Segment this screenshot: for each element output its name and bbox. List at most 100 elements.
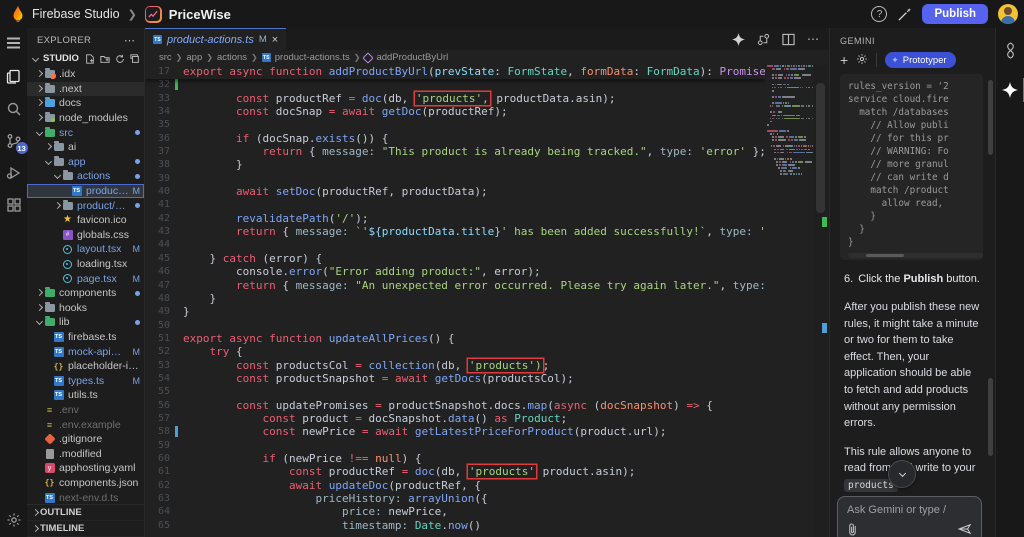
file-tree-item[interactable]: actions — [27, 169, 144, 184]
tab-close-icon[interactable]: × — [272, 34, 278, 46]
line-number: 40 — [145, 185, 183, 198]
studio-section-header[interactable]: STUDIO — [27, 51, 144, 67]
breadcrumb-item[interactable]: src — [159, 52, 172, 63]
gemini-paragraph: After you publish these new rules, it mi… — [830, 287, 995, 432]
ts-icon: TS — [53, 331, 64, 342]
refresh-icon[interactable] — [115, 54, 125, 64]
send-icon[interactable] — [958, 523, 972, 535]
line-number: 44 — [145, 238, 183, 251]
code-text: return { message: `'${productData.title}… — [183, 225, 765, 238]
timeline-section[interactable]: TIMELINE — [27, 521, 144, 537]
new-chat-icon[interactable]: + — [840, 54, 848, 66]
editor-scrollbar[interactable] — [813, 65, 829, 537]
code-line: 44 — [145, 238, 765, 251]
file-tree-item[interactable]: .gitignore — [27, 432, 144, 447]
file-tree-item[interactable]: TSmock-api…M — [27, 344, 144, 359]
file-tree-item[interactable]: loading.tsx — [27, 257, 144, 272]
file-tree-item[interactable]: TSutils.ts — [27, 388, 144, 403]
breadcrumb-item[interactable]: product-actions.ts — [275, 52, 350, 63]
file-tree-item[interactable]: {}placeholder-im… — [27, 359, 144, 374]
scroll-to-bottom-button[interactable] — [888, 460, 916, 488]
file-tree-item[interactable]: page.tsxM — [27, 271, 144, 286]
firebase-logo-icon — [10, 5, 26, 23]
file-tree-item[interactable]: .next — [27, 82, 144, 97]
code-text: revalidatePath('/'); — [183, 212, 368, 225]
gemini-settings-icon[interactable] — [856, 53, 868, 68]
tab-product-actions[interactable]: TS product-actions.ts M × — [145, 28, 286, 50]
file-tree-item[interactable]: TStypes.tsM — [27, 373, 144, 388]
gemini-spark-icon[interactable] — [732, 33, 745, 46]
breadcrumb-item[interactable]: addProductByUrl — [376, 52, 448, 63]
file-tree-item[interactable]: src — [27, 125, 144, 140]
prototyper-mode-button[interactable]: ✦ Prototyper — [885, 52, 955, 68]
file-tree-item[interactable]: app — [27, 155, 144, 170]
file-tree-item[interactable]: docs — [27, 96, 144, 111]
project-icon[interactable] — [145, 6, 162, 23]
firestore-rules-code-block[interactable]: rules_version = '2 service cloud.fire ma… — [840, 74, 983, 260]
breadcrumb[interactable]: src❯app❯actions❯TSproduct-actions.ts❯add… — [145, 50, 829, 65]
gear-file-icon: ≡ — [44, 419, 55, 430]
extensions-icon[interactable] — [5, 196, 23, 214]
file-tree-item[interactable]: {}components.json — [27, 476, 144, 491]
line-number: 37 — [145, 145, 183, 158]
diff-editor-icon[interactable] — [757, 33, 770, 46]
file-tree-item[interactable]: TSproduct…M — [27, 184, 144, 199]
file-tree-item[interactable]: components — [27, 286, 144, 301]
source-control-icon[interactable]: 13 — [5, 132, 23, 150]
publish-button[interactable]: Publish — [922, 4, 988, 24]
explorer-icon[interactable] — [5, 68, 23, 86]
magic-wand-icon[interactable] — [897, 7, 912, 22]
file-tree-item[interactable]: node_modules — [27, 111, 144, 126]
help-icon[interactable]: ? — [871, 6, 887, 22]
explorer-more-icon[interactable]: ⋯ — [124, 34, 136, 47]
code-line: 53 const productsCol = collection(db, 'p… — [145, 359, 765, 372]
breadcrumb-item[interactable]: actions — [217, 52, 247, 63]
user-avatar[interactable] — [998, 4, 1018, 24]
file-tree-item[interactable]: ≡.env — [27, 403, 144, 418]
file-name: firebase.ts — [68, 331, 116, 343]
code-block-hscrollbar[interactable] — [848, 253, 983, 258]
gemini-chat-input[interactable]: Ask Gemini or type / — [837, 496, 982, 537]
file-tree-item[interactable]: ai — [27, 140, 144, 155]
code-line: 60 if (newPrice !== null) { — [145, 452, 765, 465]
right-activity-strip — [995, 28, 1024, 537]
gemini-scrollbar-thumb[interactable] — [988, 80, 993, 155]
gemini-scrollbar-thumb-2[interactable] — [988, 378, 993, 456]
file-tree-item[interactable]: hooks — [27, 301, 144, 316]
collapse-all-icon[interactable] — [130, 54, 140, 64]
new-folder-icon[interactable] — [100, 54, 110, 64]
settings-gear-icon[interactable] — [5, 511, 23, 529]
file-tree-item[interactable]: layout.tsxM — [27, 242, 144, 257]
code-text: export async function updateAllPrices() … — [183, 332, 455, 345]
new-file-icon[interactable] — [85, 54, 95, 64]
line-number: 34 — [145, 105, 183, 118]
file-tree-item[interactable]: #globals.css — [27, 228, 144, 243]
file-tree-item[interactable]: TS firebase.ts — [27, 330, 144, 345]
explorer-title: EXPLORER — [37, 35, 91, 46]
file-tree-item[interactable]: lib — [27, 315, 144, 330]
file-tree-item[interactable]: ★favicon.ico — [27, 213, 144, 228]
menu-icon[interactable] — [5, 34, 23, 52]
outline-section[interactable]: OUTLINE — [27, 505, 144, 521]
code-line: 41 — [145, 198, 765, 211]
star-icon: ★ — [62, 215, 73, 226]
file-name: .env.example — [59, 419, 121, 431]
attach-file-icon[interactable] — [847, 523, 858, 536]
file-tree-item[interactable]: product/… — [27, 198, 144, 213]
file-tree-item[interactable]: .modified — [27, 446, 144, 461]
code-area[interactable]: 17export async function addProductByUrl(… — [145, 65, 765, 537]
scrollbar-thumb[interactable] — [816, 83, 825, 213]
breadcrumb-item[interactable]: app — [186, 52, 202, 63]
minimap[interactable] — [765, 65, 813, 537]
file-tree-item[interactable]: .idx — [27, 67, 144, 82]
run-debug-icon[interactable] — [5, 164, 23, 182]
file-tree-item[interactable]: yapphosting.yaml — [27, 461, 144, 476]
file-name: globals.css — [77, 229, 129, 241]
file-tree-item[interactable]: TSnext-env.d.ts — [27, 490, 144, 504]
editor-more-actions-icon[interactable]: ⋯ — [807, 32, 819, 46]
split-editor-icon[interactable] — [782, 33, 795, 46]
gemini-logo-icon[interactable] — [1000, 40, 1020, 60]
search-icon[interactable] — [5, 100, 23, 118]
gemini-chat-spark-icon[interactable] — [1000, 80, 1020, 100]
file-tree-item[interactable]: ≡ .env.example — [27, 417, 144, 432]
